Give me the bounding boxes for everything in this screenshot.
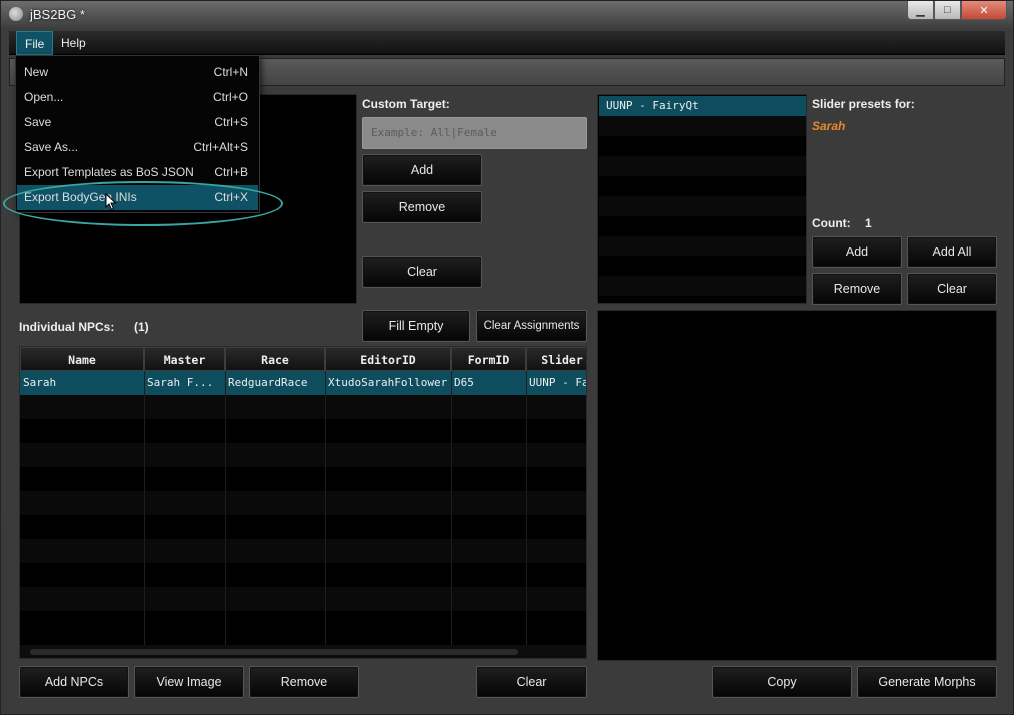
fill-empty-button[interactable]: Fill Empty: [362, 310, 470, 342]
column-divider: [325, 371, 326, 645]
column-header-race[interactable]: Race: [225, 347, 325, 371]
column-header-master[interactable]: Master: [144, 347, 225, 371]
preset-list-empty-row: [599, 276, 806, 296]
remove-npc-button[interactable]: Remove: [249, 666, 359, 698]
cell-formid: D65: [454, 376, 474, 389]
custom-target-remove-button[interactable]: Remove: [362, 191, 482, 223]
minimize-button[interactable]: ▁: [907, 1, 934, 20]
menu-help[interactable]: Help: [53, 31, 94, 55]
column-header-formid[interactable]: FormID: [451, 347, 526, 371]
menu-item-open[interactable]: Open... Ctrl+O: [17, 85, 258, 110]
presets-list[interactable]: UUNP - FairyQt: [597, 94, 807, 304]
view-image-button[interactable]: View Image: [134, 666, 244, 698]
close-button[interactable]: ✕: [961, 1, 1007, 20]
menu-item-save-as[interactable]: Save As... Ctrl+Alt+S: [17, 135, 258, 160]
column-header-name[interactable]: Name: [20, 347, 144, 371]
column-divider: [144, 371, 145, 645]
mouse-cursor-icon: [105, 193, 117, 211]
cell-name: Sarah: [23, 376, 57, 389]
preset-remove-button[interactable]: Remove: [812, 273, 902, 305]
app-window: jBS2BG * ▁ □ ✕ File Help Custom Target: …: [0, 0, 1014, 715]
table-row[interactable]: Sarah Sarah F... RedguardRace XtudoSarah…: [20, 371, 587, 395]
preset-add-all-button[interactable]: Add All: [907, 236, 997, 268]
table-empty-row: [20, 539, 586, 563]
slider-presets-for-label: Slider presets for:: [812, 97, 915, 111]
menu-item-shortcut: Ctrl+B: [214, 165, 248, 179]
cell-race: RedguardRace: [228, 376, 308, 389]
preset-list-empty-row: [599, 196, 806, 216]
clear-npcs-button[interactable]: Clear: [476, 666, 587, 698]
custom-target-input[interactable]: Example: All|Female: [362, 117, 587, 149]
cell-master: Sarah F...: [147, 376, 214, 389]
preset-list-empty-row: [599, 156, 806, 176]
menu-item-shortcut: Ctrl+S: [214, 115, 248, 129]
table-empty-row: [20, 587, 586, 611]
window-controls: ▁ □ ✕: [907, 1, 1007, 20]
column-divider: [225, 371, 226, 645]
preview-pane: [597, 310, 997, 661]
close-icon: ✕: [979, 4, 989, 17]
maximize-button[interactable]: □: [934, 1, 961, 20]
cell-editorid: XtudoSarahFollower: [328, 376, 448, 389]
preset-clear-button[interactable]: Clear: [907, 273, 997, 305]
column-header-editorid[interactable]: EditorID: [325, 347, 451, 371]
app-icon: [9, 7, 23, 21]
title-bar[interactable]: jBS2BG * ▁ □ ✕: [1, 1, 1013, 29]
menu-item-new[interactable]: New Ctrl+N: [17, 60, 258, 85]
individual-npcs-count: (1): [134, 320, 149, 334]
menu-item-shortcut: Ctrl+Alt+S: [193, 140, 248, 154]
column-header-slider[interactable]: Slider: [526, 347, 586, 371]
add-npcs-button[interactable]: Add NPCs: [19, 666, 129, 698]
selected-npc-name: Sarah: [812, 119, 846, 133]
custom-target-label: Custom Target:: [362, 97, 450, 111]
copy-button[interactable]: Copy: [712, 666, 852, 698]
menu-item-label: Save As...: [24, 140, 79, 154]
cell-slider: UUNP - Fa: [529, 376, 587, 389]
column-divider: [451, 371, 452, 645]
minimize-icon: ▁: [916, 4, 925, 17]
preset-count-label: Count:: [812, 216, 851, 230]
table-empty-row: [20, 395, 586, 419]
menu-item-shortcut: Ctrl+N: [213, 65, 248, 79]
generate-morphs-button[interactable]: Generate Morphs: [857, 666, 997, 698]
window-title: jBS2BG *: [30, 7, 85, 22]
menu-item-label: Open...: [24, 90, 64, 104]
custom-target-add-button[interactable]: Add: [362, 154, 482, 186]
menu-item-label: New: [24, 65, 49, 79]
preset-add-button[interactable]: Add: [812, 236, 902, 268]
custom-target-clear-button[interactable]: Clear: [362, 256, 482, 288]
maximize-icon: □: [944, 4, 951, 16]
menu-item-shortcut: Ctrl+O: [212, 90, 248, 104]
menu-file[interactable]: File: [16, 31, 54, 55]
preset-count-value: 1: [865, 216, 872, 230]
individual-npcs-label: Individual NPCs:: [19, 320, 115, 334]
menu-item-label: Save: [24, 115, 52, 129]
preset-list-empty-row: [599, 116, 806, 136]
preset-list-item[interactable]: UUNP - FairyQt: [599, 96, 806, 116]
npc-table: Name Master Race EditorID FormID Slider …: [19, 346, 587, 659]
horizontal-scrollbar[interactable]: [20, 645, 586, 658]
scrollbar-thumb[interactable]: [30, 649, 518, 655]
annotation-highlight-oval: [3, 181, 283, 226]
table-empty-row: [20, 443, 586, 467]
clear-assignments-button[interactable]: Clear Assignments: [476, 310, 587, 342]
menu-bar: File Help: [9, 31, 1005, 55]
table-empty-row: [20, 491, 586, 515]
menu-item-save[interactable]: Save Ctrl+S: [17, 110, 258, 135]
preset-list-empty-row: [599, 236, 806, 256]
column-divider: [526, 371, 527, 645]
